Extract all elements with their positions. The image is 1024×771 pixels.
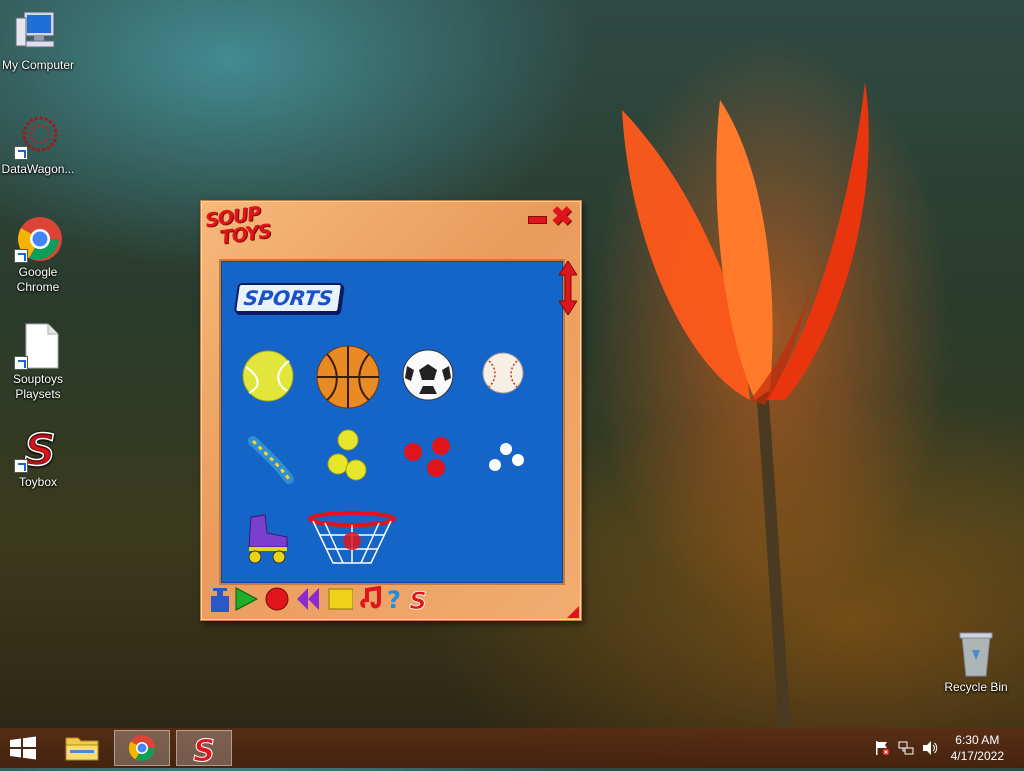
desktop-icon-google-chrome[interactable]: Google Chrome [0,215,76,295]
folder-icon [65,737,99,761]
record-icon[interactable] [264,586,290,612]
minimize-button[interactable] [528,216,547,224]
souptoys-s-icon: S [14,424,62,477]
basketball-hoop-toy[interactable] [305,511,399,569]
taskbar-google-chrome[interactable] [114,730,170,766]
svg-text:?: ? [387,586,401,612]
desktop-icon-label: Recycle Bin [944,680,1008,694]
pump-icon[interactable] [207,586,233,612]
soccer-ball-toy[interactable] [401,348,455,402]
desktop-icon-my-computer[interactable]: My Computer [0,8,76,73]
shortcut-arrow-icon [14,249,28,263]
help-icon[interactable]: ? [381,586,407,612]
svg-text:S: S [409,587,426,612]
clock-date: 4/17/2022 [950,749,1004,763]
volume-icon[interactable] [922,740,938,756]
desktop-icon-souptoys-playsets[interactable]: Souptoys Playsets [0,322,76,402]
clock-time: 6:30 AM [955,733,1000,747]
chrome-icon [128,735,156,762]
baseball-toy[interactable] [481,351,525,395]
rewind-icon[interactable] [295,586,321,612]
shortcut-arrow-icon [14,356,28,370]
roller-skate-toy[interactable] [243,511,293,565]
computer-icon [14,8,62,56]
desktop-icon-label: Google Chrome [16,265,60,294]
souptoys-s-icon: S [193,734,216,770]
desktop-icon-recycle-bin[interactable]: Recycle Bin [938,630,1014,695]
stop-icon[interactable] [327,586,353,612]
souptoys-s-icon[interactable]: S [405,586,431,612]
resize-grip[interactable] [567,606,579,618]
taskbar: S 6:30 AM 4/17/2022 [0,728,1024,770]
svg-text:S: S [24,425,56,473]
wallpaper-tulip [622,82,869,730]
taskbar-clock[interactable]: 6:30 AM 4/17/2022 [951,732,1004,764]
shortcut-arrow-icon [14,459,28,473]
souptoys-toolbar: ? S [207,586,457,614]
play-icon[interactable] [233,586,259,612]
souptoys-window[interactable]: SOUP TOYS ✖ SPORTS ? S [200,200,582,621]
red-balls-toy[interactable] [401,435,455,479]
desktop-icon-toybox[interactable]: S Toybox [0,424,76,490]
taskbar-souptoys[interactable]: S [176,730,232,770]
windows-start-icon[interactable] [8,736,38,760]
tennis-ball-toy[interactable] [241,349,295,403]
datawagon-icon [14,112,62,160]
desktop-icon-label: Souptoys Playsets [12,372,64,401]
yellow-balls-toy[interactable] [326,428,370,484]
desktop-icon-label: DataWagon... [1,162,75,176]
desktop-icon-datawagon[interactable]: DataWagon... [0,112,76,177]
close-button[interactable]: ✖ [551,203,573,229]
scroll-arrows[interactable] [559,261,577,315]
toy-panel: SPORTS [219,259,565,585]
action-center-flag-icon[interactable] [874,740,890,756]
desktop-icon-label: My Computer [1,58,75,72]
file-icon [14,322,62,370]
desktop-icon-label: Toybox [18,475,58,489]
basketball-toy[interactable] [315,344,381,410]
category-title: SPORTS [233,283,343,313]
souptoys-logo: SOUP TOYS [204,202,280,257]
recycle-bin-icon [952,630,1000,678]
white-balls-toy[interactable] [486,441,530,475]
taskbar-file-explorer[interactable] [54,730,110,766]
shortcut-arrow-icon [14,146,28,160]
svg-text:S: S [193,734,215,765]
logo-text-line2: TOYS [218,220,273,250]
network-icon[interactable] [898,740,914,756]
skipping-rope-toy[interactable] [247,433,297,487]
chrome-icon [14,215,62,263]
